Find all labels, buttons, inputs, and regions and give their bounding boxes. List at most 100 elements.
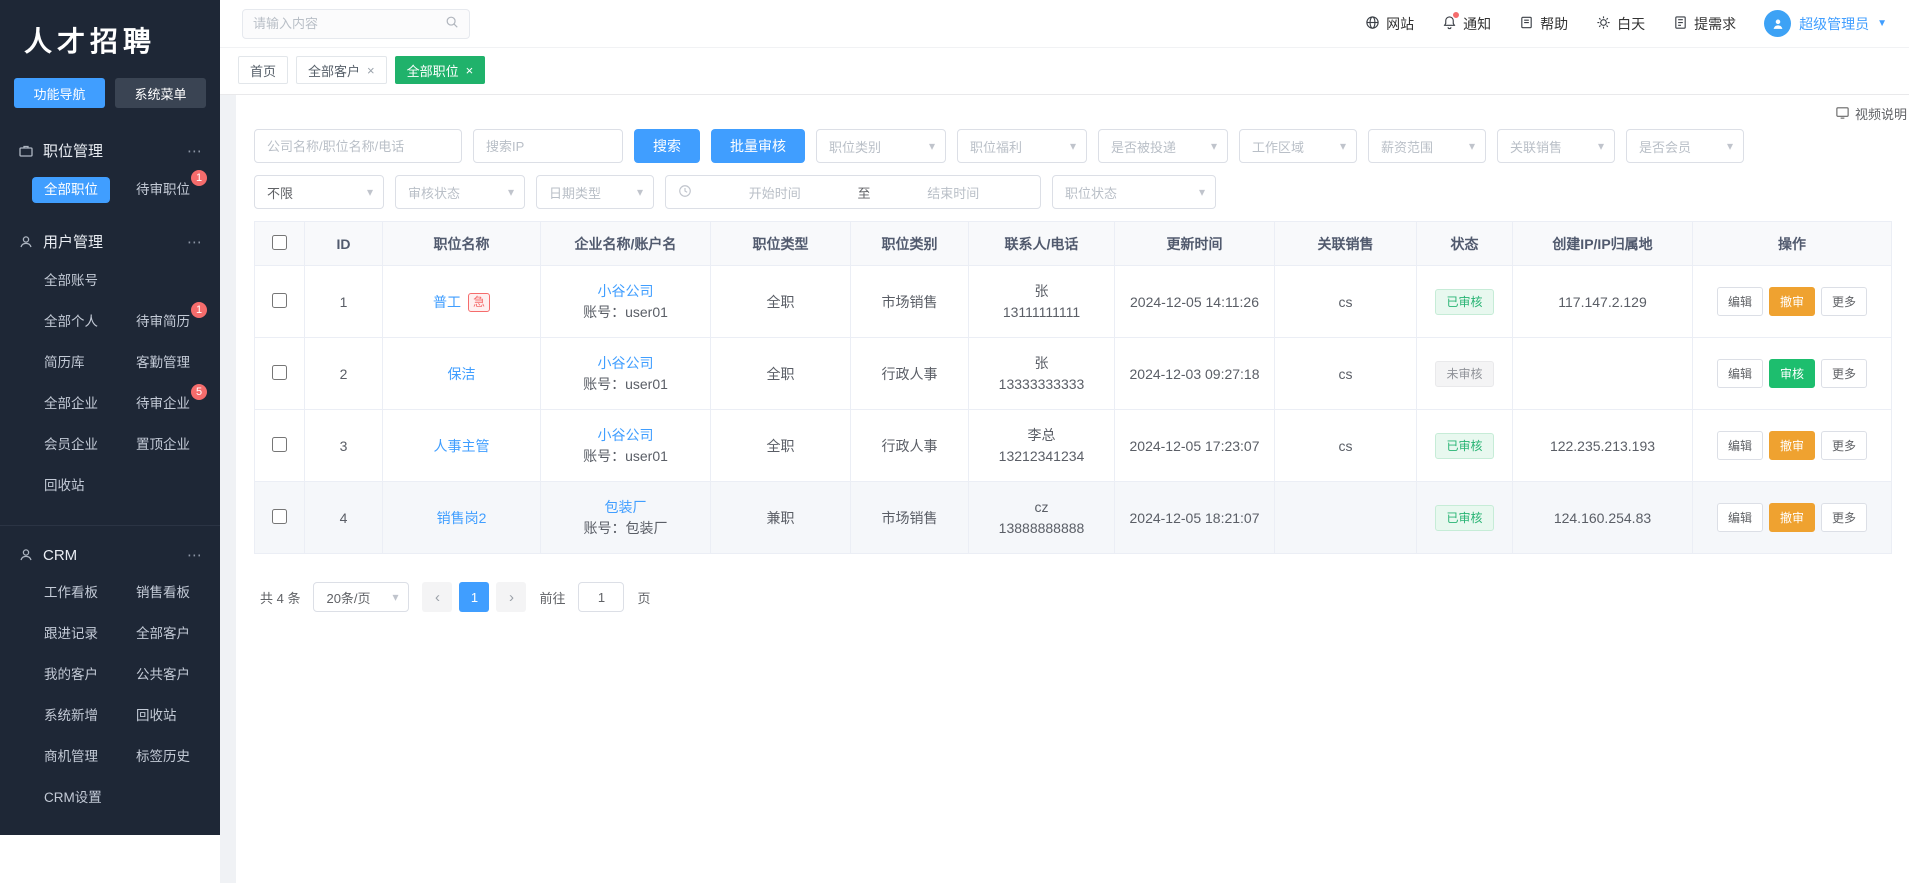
select-position-benefits[interactable]: 职位福利 (957, 129, 1087, 163)
page-1-button[interactable]: 1 (459, 582, 489, 612)
notifications-button[interactable]: 通知 (1442, 14, 1491, 34)
more-icon[interactable]: ⋯ (187, 546, 202, 564)
tab-system-menu[interactable]: 系统菜单 (115, 78, 206, 108)
row-checkbox[interactable] (272, 365, 287, 380)
position-link[interactable]: 保洁 (448, 366, 476, 382)
more-button[interactable]: 更多 (1821, 287, 1867, 316)
theme-toggle-button[interactable]: 白天 (1596, 14, 1645, 34)
sidebar-item-public-customers[interactable]: 公共客户 (136, 662, 190, 688)
select-position-category[interactable]: 职位类别 (816, 129, 946, 163)
next-page-button[interactable]: › (496, 582, 526, 612)
select-position-status[interactable]: 职位状态 (1052, 175, 1216, 209)
cell-type: 全职 (711, 338, 851, 410)
keyword-search-input[interactable] (254, 129, 462, 163)
select-work-area[interactable]: 工作区域 (1239, 129, 1357, 163)
sidebar-item-opportunity-management[interactable]: 商机管理 (44, 744, 98, 770)
feature-request-button[interactable]: 提需求 (1673, 14, 1736, 34)
select-placeholder: 关联销售 (1510, 137, 1562, 156)
sidebar-item-all-customers[interactable]: 全部客户 (136, 621, 190, 647)
sidebar-item-all-persons[interactable]: 全部个人 (44, 309, 98, 335)
goto-page-input[interactable] (578, 582, 624, 612)
tab-all-customers[interactable]: 全部客户 × (296, 56, 387, 84)
select-placeholder: 职位状态 (1065, 183, 1117, 202)
batch-review-button[interactable]: 批量审核 (711, 129, 805, 163)
sidebar-item-all-accounts[interactable]: 全部账号 (44, 268, 98, 294)
sidebar-item-followup-records[interactable]: 跟进记录 (44, 621, 98, 647)
help-button[interactable]: 帮助 (1519, 14, 1568, 34)
date-range-picker[interactable]: 开始时间 至 结束时间 (665, 175, 1041, 209)
tab-function-nav[interactable]: 功能导航 (14, 78, 105, 108)
sidebar-item-pending-positions[interactable]: 待审职位 1 (136, 177, 190, 203)
tab-home[interactable]: 首页 (238, 56, 288, 84)
company-link[interactable]: 小谷公司 (598, 355, 654, 371)
sidebar-item-member-companies[interactable]: 会员企业 (44, 432, 98, 458)
company-link[interactable]: 小谷公司 (598, 427, 654, 443)
edit-button[interactable]: 编辑 (1717, 359, 1763, 388)
select-placeholder: 薪资范围 (1381, 137, 1433, 156)
sidebar-item-all-companies[interactable]: 全部企业 (44, 391, 98, 417)
sidebar-item-sales-board[interactable]: 销售看板 (136, 580, 190, 606)
prev-page-button[interactable]: ‹ (422, 582, 452, 612)
contact-phone: 13212341234 (975, 446, 1108, 467)
page-size-select[interactable]: 20条/页 (313, 582, 409, 612)
row-checkbox[interactable] (272, 437, 287, 452)
search-button[interactable]: 搜索 (634, 129, 700, 163)
position-link[interactable]: 普工 (433, 294, 461, 310)
revoke-review-button[interactable]: 撤审 (1769, 503, 1815, 532)
sidebar-item-pending-resumes[interactable]: 待审简历 1 (136, 309, 190, 335)
sidebar-item-recycle-bin[interactable]: 回收站 (44, 473, 85, 499)
edit-button[interactable]: 编辑 (1717, 287, 1763, 316)
select-unlimited[interactable]: 不限 (254, 175, 384, 209)
sidebar-item-crm-recycle-bin[interactable]: 回收站 (136, 703, 177, 729)
global-search-input[interactable] (253, 16, 437, 31)
close-icon[interactable]: × (466, 64, 474, 77)
sidebar-item-my-customers[interactable]: 我的客户 (44, 662, 98, 688)
edit-button[interactable]: 编辑 (1717, 503, 1763, 532)
contact-name: 李总 (975, 425, 1108, 446)
start-date-input[interactable]: 开始时间 (700, 183, 850, 202)
edit-button[interactable]: 编辑 (1717, 431, 1763, 460)
select-audit-status[interactable]: 审核状态 (395, 175, 525, 209)
select-is-applied[interactable]: 是否被投递 (1098, 129, 1228, 163)
section-header-crm: CRM ⋯ (16, 542, 204, 580)
sidebar-item-top-companies[interactable]: 置顶企业 (136, 432, 190, 458)
revoke-review-button[interactable]: 撤审 (1769, 431, 1815, 460)
sidebar-item-workboard[interactable]: 工作看板 (44, 580, 98, 606)
user-menu[interactable]: 超级管理员 ▼ (1764, 10, 1887, 37)
sidebar-item-pending-companies[interactable]: 待审企业 5 (136, 391, 190, 417)
video-icon (1835, 105, 1850, 123)
table-row: 1 普工急 小谷公司 账号：user01 全职 市场销售 张 (255, 266, 1892, 338)
more-icon[interactable]: ⋯ (187, 142, 202, 160)
revoke-review-button[interactable]: 撤审 (1769, 287, 1815, 316)
tab-all-positions[interactable]: 全部职位 × (395, 56, 486, 84)
end-date-input[interactable]: 结束时间 (879, 183, 1029, 202)
row-checkbox[interactable] (272, 509, 287, 524)
select-salary-range[interactable]: 薪资范围 (1368, 129, 1486, 163)
company-link[interactable]: 小谷公司 (598, 283, 654, 299)
close-icon[interactable]: × (367, 64, 375, 77)
select-related-sales[interactable]: 关联销售 (1497, 129, 1615, 163)
website-button[interactable]: 网站 (1365, 14, 1414, 34)
ip-search-input[interactable] (473, 129, 623, 163)
more-button[interactable]: 更多 (1821, 431, 1867, 460)
select-date-type[interactable]: 日期类型 (536, 175, 654, 209)
more-icon[interactable]: ⋯ (187, 233, 202, 251)
position-link[interactable]: 人事主管 (434, 438, 490, 454)
review-button[interactable]: 审核 (1769, 359, 1815, 388)
select-is-member[interactable]: 是否会员 (1626, 129, 1744, 163)
position-link[interactable]: 销售岗2 (437, 510, 487, 526)
sidebar-item-customer-care[interactable]: 客勤管理 (136, 350, 190, 376)
search-icon[interactable] (445, 15, 459, 32)
sidebar-item-tag-history[interactable]: 标签历史 (136, 744, 190, 770)
more-button[interactable]: 更多 (1821, 503, 1867, 532)
sidebar-item-resume-library[interactable]: 简历库 (44, 350, 85, 376)
row-checkbox[interactable] (272, 293, 287, 308)
sidebar-item-all-positions[interactable]: 全部职位 (32, 177, 110, 203)
sidebar-item-system-new[interactable]: 系统新增 (44, 703, 98, 729)
select-all-checkbox[interactable] (272, 235, 287, 250)
sidebar-item-crm-settings[interactable]: CRM设置 (44, 785, 102, 811)
company-link[interactable]: 包装厂 (605, 499, 647, 515)
more-button[interactable]: 更多 (1821, 359, 1867, 388)
section-label: 职位管理 (43, 140, 103, 161)
video-help-link[interactable]: 视频说明 (1835, 104, 1907, 123)
